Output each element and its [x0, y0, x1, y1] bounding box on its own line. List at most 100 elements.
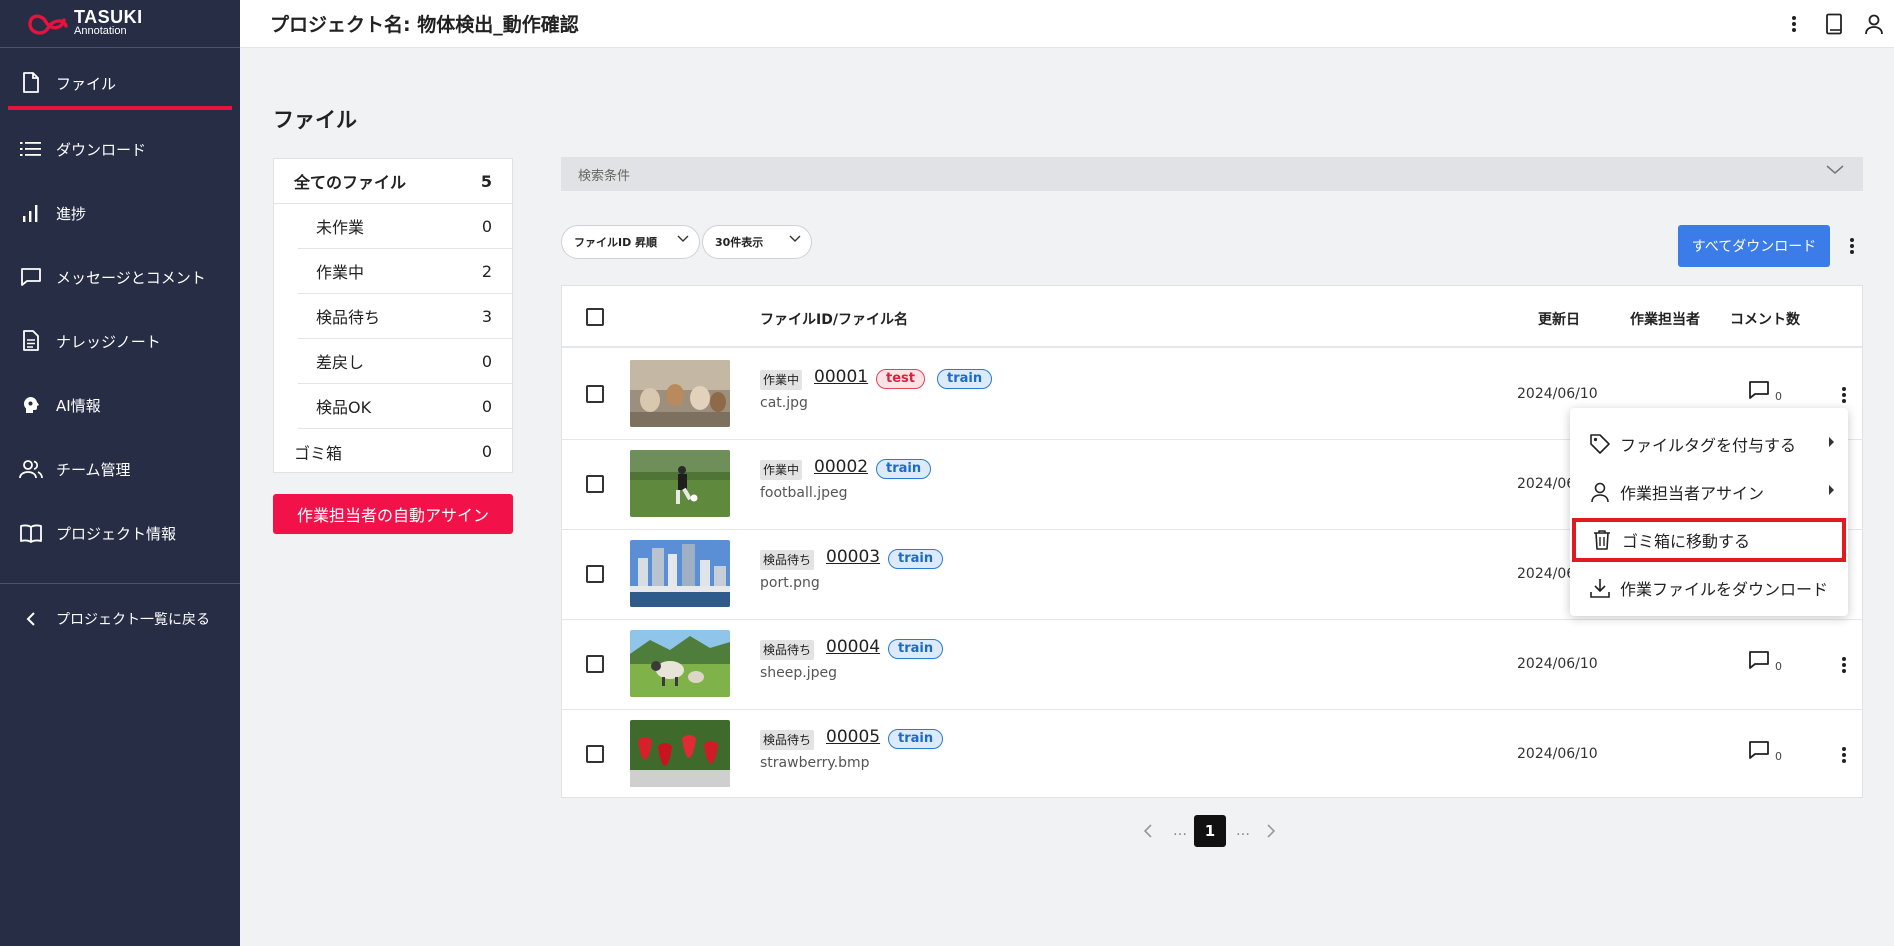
- sort-select-value: ファイルID 昇順: [574, 236, 658, 249]
- column-header-file: ファイルID/ファイル名: [760, 312, 908, 328]
- chevron-down-icon: [789, 235, 801, 242]
- more-vert-icon[interactable]: [1840, 231, 1864, 261]
- tag-train: train: [937, 369, 993, 389]
- row-checkbox[interactable]: [586, 655, 604, 673]
- sidebar-divider: [0, 583, 240, 584]
- status-item-awaiting-inspection[interactable]: 検品待ち 3: [298, 294, 512, 339]
- row-checkbox[interactable]: [586, 475, 604, 493]
- sidebar-item-project-info[interactable]: プロジェクト情報: [8, 508, 232, 558]
- file-thumbnail-football[interactable]: [630, 450, 730, 517]
- sidebar-item-label: ダウンロード: [56, 140, 147, 159]
- table-row[interactable]: 検品待ち 00005 train strawberry.bmp 2024/06/…: [562, 710, 1862, 800]
- sidebar-item-team[interactable]: チーム管理: [8, 444, 232, 494]
- download-all-button[interactable]: すべてダウンロード: [1678, 225, 1830, 267]
- sidebar-item-ai[interactable]: AI情報: [8, 380, 232, 430]
- per-page-select[interactable]: 30件表示: [702, 225, 812, 259]
- table-row[interactable]: 検品待ち 00004 train sheep.jpeg 2024/06/10 0: [562, 620, 1862, 710]
- tasuki-logo-icon: [28, 14, 68, 35]
- column-header-assignee: 作業担当者: [1630, 312, 1700, 328]
- bar-chart-icon: [18, 200, 44, 226]
- sidebar-item-label: プロジェクト情報: [56, 524, 177, 543]
- file-id-link[interactable]: 00002: [814, 457, 868, 477]
- auto-assign-button[interactable]: 作業担当者の自動アサイン: [273, 494, 513, 534]
- menu-item-label: ファイルタグを付与する: [1620, 436, 1797, 455]
- comment-count[interactable]: 0: [1748, 380, 1788, 406]
- book-icon: [18, 520, 44, 546]
- comment-count[interactable]: 0: [1748, 650, 1788, 676]
- row-more-vert-icon[interactable]: [1832, 740, 1856, 770]
- manual-book-icon[interactable]: [1814, 4, 1854, 44]
- status-label: 検品待ち: [316, 308, 381, 327]
- file-thumbnail-sheep[interactable]: [630, 630, 730, 697]
- sidebar-item-knowledge[interactable]: ナレッジノート: [8, 316, 232, 366]
- sidebar-item-label: チーム管理: [56, 460, 131, 479]
- row-context-menu: ファイルタグを付与する 作業担当者アサイン ゴミ箱に移動する 作業ファイルをダウ…: [1570, 408, 1848, 616]
- row-more-vert-icon[interactable]: [1832, 650, 1856, 680]
- sort-select[interactable]: ファイルID 昇順: [561, 225, 700, 259]
- back-label: プロジェクト一覧に戻る: [56, 612, 210, 628]
- file-thumbnail-cat[interactable]: [630, 360, 730, 427]
- row-more-vert-icon[interactable]: [1832, 380, 1856, 410]
- status-count: 0: [481, 216, 492, 236]
- file-id-link[interactable]: 00003: [826, 547, 880, 567]
- status-item-not-started[interactable]: 未作業 0: [298, 204, 512, 249]
- row-checkbox[interactable]: [586, 745, 604, 763]
- status-count: 0: [481, 351, 492, 371]
- menu-item-download-work-file[interactable]: 作業ファイルをダウンロード: [1570, 564, 1848, 612]
- chevron-left-icon: [18, 606, 44, 632]
- status-item-trash[interactable]: ゴミ箱 0: [274, 429, 512, 474]
- pagination-ellipsis: …: [1173, 823, 1187, 839]
- user-account-icon[interactable]: [1854, 4, 1894, 44]
- file-thumbnail-port[interactable]: [630, 540, 730, 607]
- sidebar-item-download[interactable]: ダウンロード: [8, 124, 232, 174]
- menu-item-move-to-trash[interactable]: ゴミ箱に移動する: [1572, 518, 1846, 562]
- file-thumbnail-strawberry[interactable]: [630, 720, 730, 787]
- status-label: 作業中: [316, 263, 365, 282]
- table-header: ファイルID/ファイル名 更新日 作業担当者 コメント数: [562, 286, 1862, 348]
- column-header-updated: 更新日: [1538, 312, 1580, 328]
- comment-icon: [1749, 741, 1769, 759]
- select-all-checkbox[interactable]: [586, 308, 604, 326]
- status-item-returned[interactable]: 差戻し 0: [298, 339, 512, 384]
- row-checkbox[interactable]: [586, 565, 604, 583]
- back-to-projects[interactable]: プロジェクト一覧に戻る: [8, 594, 232, 644]
- more-vert-icon[interactable]: [1774, 4, 1814, 44]
- status-count: 0: [481, 396, 492, 416]
- status-count: 5: [480, 171, 492, 191]
- sidebar-item-label: ナレッジノート: [56, 332, 161, 351]
- menu-item-add-tag[interactable]: ファイルタグを付与する: [1570, 420, 1848, 468]
- chevron-right-icon[interactable]: [1260, 824, 1282, 838]
- sidebar-item-label: AI情報: [56, 396, 101, 415]
- file-name: sheep.jpeg: [760, 665, 838, 681]
- page-title: ファイル: [273, 108, 357, 132]
- status-count: 2: [481, 261, 492, 281]
- sidebar: TASUKI Annotation ファイル ダウンロード 進捗 メッセージとコ…: [0, 0, 240, 946]
- status-label: 差戻し: [316, 353, 365, 372]
- chevron-left-icon[interactable]: [1130, 824, 1166, 838]
- file-name: cat.jpg: [760, 395, 808, 411]
- file-id-link[interactable]: 00004: [826, 637, 880, 657]
- status-badge: 作業中: [760, 370, 803, 390]
- row-checkbox[interactable]: [586, 385, 604, 403]
- caret-right-icon: [1829, 485, 1834, 495]
- search-conditions-panel[interactable]: 検索条件: [561, 157, 1863, 191]
- file-id-link[interactable]: 00001: [814, 367, 868, 387]
- tag-train: train: [888, 639, 944, 659]
- comment-count-value: 0: [1775, 390, 1782, 403]
- per-page-select-value: 30件表示: [715, 236, 764, 249]
- menu-item-assign[interactable]: 作業担当者アサイン: [1570, 468, 1848, 516]
- status-item-inspection-ok[interactable]: 検品OK 0: [298, 384, 512, 429]
- app-logo[interactable]: TASUKI Annotation: [0, 0, 240, 48]
- page-button-current[interactable]: 1: [1194, 815, 1226, 847]
- updated-date: 2024/06/10: [1517, 656, 1598, 672]
- comment-count[interactable]: 0: [1748, 740, 1788, 766]
- status-item-in-progress[interactable]: 作業中 2: [298, 249, 512, 294]
- sidebar-item-files[interactable]: ファイル: [8, 60, 232, 110]
- sidebar-item-progress[interactable]: 進捗: [8, 188, 232, 238]
- sidebar-item-messages[interactable]: メッセージとコメント: [8, 252, 232, 302]
- comment-icon: [1749, 651, 1769, 669]
- file-id-link[interactable]: 00005: [826, 727, 880, 747]
- tag-train: train: [888, 729, 944, 749]
- search-conditions-label: 検索条件: [578, 168, 631, 184]
- status-item-all[interactable]: 全てのファイル 5: [274, 159, 512, 204]
